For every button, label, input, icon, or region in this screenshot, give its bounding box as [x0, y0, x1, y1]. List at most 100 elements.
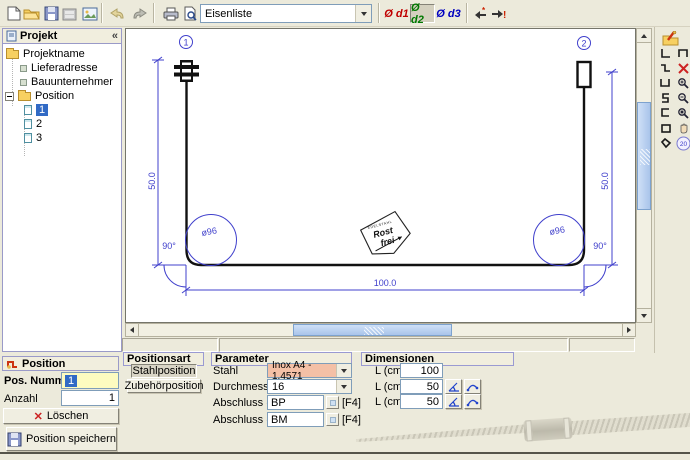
tree-item-label: Lieferadresse [31, 62, 98, 74]
abschluss2-value: BM [271, 414, 288, 426]
shape-l-icon[interactable] [657, 46, 673, 61]
tree-item-label: Projektname [23, 48, 85, 60]
shape-c-icon[interactable] [657, 106, 673, 121]
diameter-d2-button[interactable]: Ø d2 [410, 4, 435, 23]
anzahl-label: Anzahl [4, 392, 38, 406]
tree-item-lieferadresse[interactable]: Lieferadresse [20, 61, 98, 75]
list-type-dropdown[interactable]: Eisenliste [200, 4, 372, 23]
pan-hand-icon[interactable] [675, 121, 690, 136]
vertical-scroll-thumb[interactable] [637, 102, 651, 210]
print-preview-icon[interactable] [181, 4, 200, 23]
bend-icon [466, 381, 479, 393]
delete-shape-icon[interactable] [675, 61, 690, 76]
bend-diameter-right: ø96 [549, 224, 566, 237]
angle-left [164, 265, 186, 288]
shape-z-icon[interactable] [657, 61, 673, 76]
tree-item-label-selected: 1 [36, 104, 48, 116]
delete-button[interactable]: ✕ Löschen [3, 408, 119, 424]
position-page-icon [24, 133, 32, 143]
scroll-right-button[interactable] [622, 323, 636, 337]
stahlposition-button[interactable]: Stahlposition [131, 364, 197, 378]
tree-item-position-1[interactable]: 1 [24, 103, 48, 117]
archive-icon[interactable] [60, 4, 79, 23]
dim-row2-angle-button[interactable] [445, 379, 462, 394]
folder-open-icon [18, 92, 31, 101]
svg-text:*: * [482, 7, 486, 15]
abschluss1-picker-button[interactable] [326, 396, 339, 409]
tree-item-bauunternehmer[interactable]: Bauunternehmer [20, 75, 113, 89]
zoom-out-icon[interactable] [675, 91, 690, 106]
main-toolbar: Eisenliste Ø d1 Ø d2 Ø d3 * ! [0, 0, 690, 27]
tree-item-label: 3 [36, 132, 42, 144]
durchmesser-value: 16 [268, 381, 336, 393]
shape-u-icon[interactable] [657, 76, 673, 91]
contractor-leaf-icon [20, 79, 27, 86]
dim-row1-value: 100 [421, 365, 439, 377]
print-icon[interactable] [161, 4, 180, 23]
scroll-down-button[interactable] [636, 308, 652, 323]
dim-row2-bend-button[interactable] [464, 379, 481, 394]
tree-item-label: Position [35, 90, 74, 102]
scroll-left-button[interactable] [125, 323, 139, 337]
zoom-in-icon[interactable] [675, 76, 690, 91]
tree-item-position-3[interactable]: 3 [24, 131, 42, 145]
tree-item-position-folder[interactable]: Position [5, 89, 74, 103]
toolbar-separator [101, 3, 103, 23]
dim-row3-angle-button[interactable] [445, 394, 462, 409]
save-position-button[interactable]: Position speichern [6, 427, 117, 451]
durchmesser-dropdown[interactable]: 16 [267, 379, 352, 394]
insert-position-alert-icon[interactable]: ! [489, 4, 508, 23]
tree-item-position-2[interactable]: 2 [24, 117, 42, 131]
position-panel-icon [6, 358, 19, 369]
list-type-value: Eisenliste [201, 8, 355, 20]
delete-x-icon: ✕ [34, 410, 43, 423]
dropdown-arrow-icon[interactable] [336, 380, 351, 393]
save-icon[interactable] [42, 4, 61, 23]
redo-icon[interactable] [130, 4, 149, 23]
shape-rect-icon[interactable] [657, 121, 673, 136]
scroll-up-button[interactable] [636, 28, 652, 43]
toolbar-separator [153, 3, 155, 23]
pos-number-input[interactable]: 1 [61, 372, 119, 389]
zoom-window-icon[interactable] [675, 106, 690, 121]
shape-s-icon[interactable] [657, 91, 673, 106]
image-icon[interactable] [80, 4, 99, 23]
collapse-panel-button[interactable]: « [112, 30, 118, 42]
open-folder-icon[interactable] [22, 4, 41, 23]
status-cell-3 [569, 338, 635, 352]
shape-u-open-icon[interactable] [675, 46, 690, 61]
diameter-d3-button[interactable]: Ø d3 [436, 4, 461, 23]
dimension-left [152, 57, 186, 268]
stahlposition-label: Stahlposition [133, 365, 196, 377]
abschluss2-input[interactable]: BM [267, 412, 324, 427]
dim-row2-input[interactable]: 50 [400, 379, 443, 394]
dimension-right [584, 69, 618, 268]
dim-row1-input[interactable]: 100 [400, 363, 443, 378]
tree-item-projektname[interactable]: Projektname [6, 47, 85, 61]
abschluss2-picker-button[interactable] [326, 413, 339, 426]
undo-icon[interactable] [108, 4, 127, 23]
new-document-icon[interactable] [4, 4, 23, 23]
save-position-label: Position speichern [26, 433, 116, 445]
edit-shape-icon[interactable] [661, 30, 679, 47]
anzahl-input[interactable]: 1 [61, 390, 119, 406]
stahl-dropdown[interactable]: Inox A4 - 1.4571 [267, 363, 352, 378]
drawing-canvas[interactable]: 1 2 ø96 ø96 [125, 28, 636, 323]
shape-tilted-rect-icon[interactable] [657, 136, 673, 151]
dropdown-arrow-icon[interactable] [336, 364, 351, 377]
delete-button-label: Löschen [47, 410, 89, 422]
dim-row3-bend-button[interactable] [464, 394, 481, 409]
zubehoerposition-button[interactable]: Zubehörposition [127, 379, 201, 393]
position-panel-header: Position [2, 356, 119, 371]
abschluss1-input[interactable]: BP [267, 395, 324, 410]
dim-row3-value: 50 [427, 396, 439, 408]
dropdown-arrow-icon[interactable] [355, 5, 371, 22]
horizontal-scroll-thumb[interactable] [293, 324, 452, 336]
dim-row3-input[interactable]: 50 [400, 394, 443, 409]
zoom-level-badge[interactable]: 20 [675, 136, 690, 151]
collapse-minus-icon[interactable] [5, 92, 14, 101]
toolbar-separator [378, 3, 380, 23]
diameter-d1-button[interactable]: Ø d1 [384, 4, 409, 23]
pos-number-value: 1 [65, 375, 77, 387]
position-page-icon [24, 105, 32, 115]
